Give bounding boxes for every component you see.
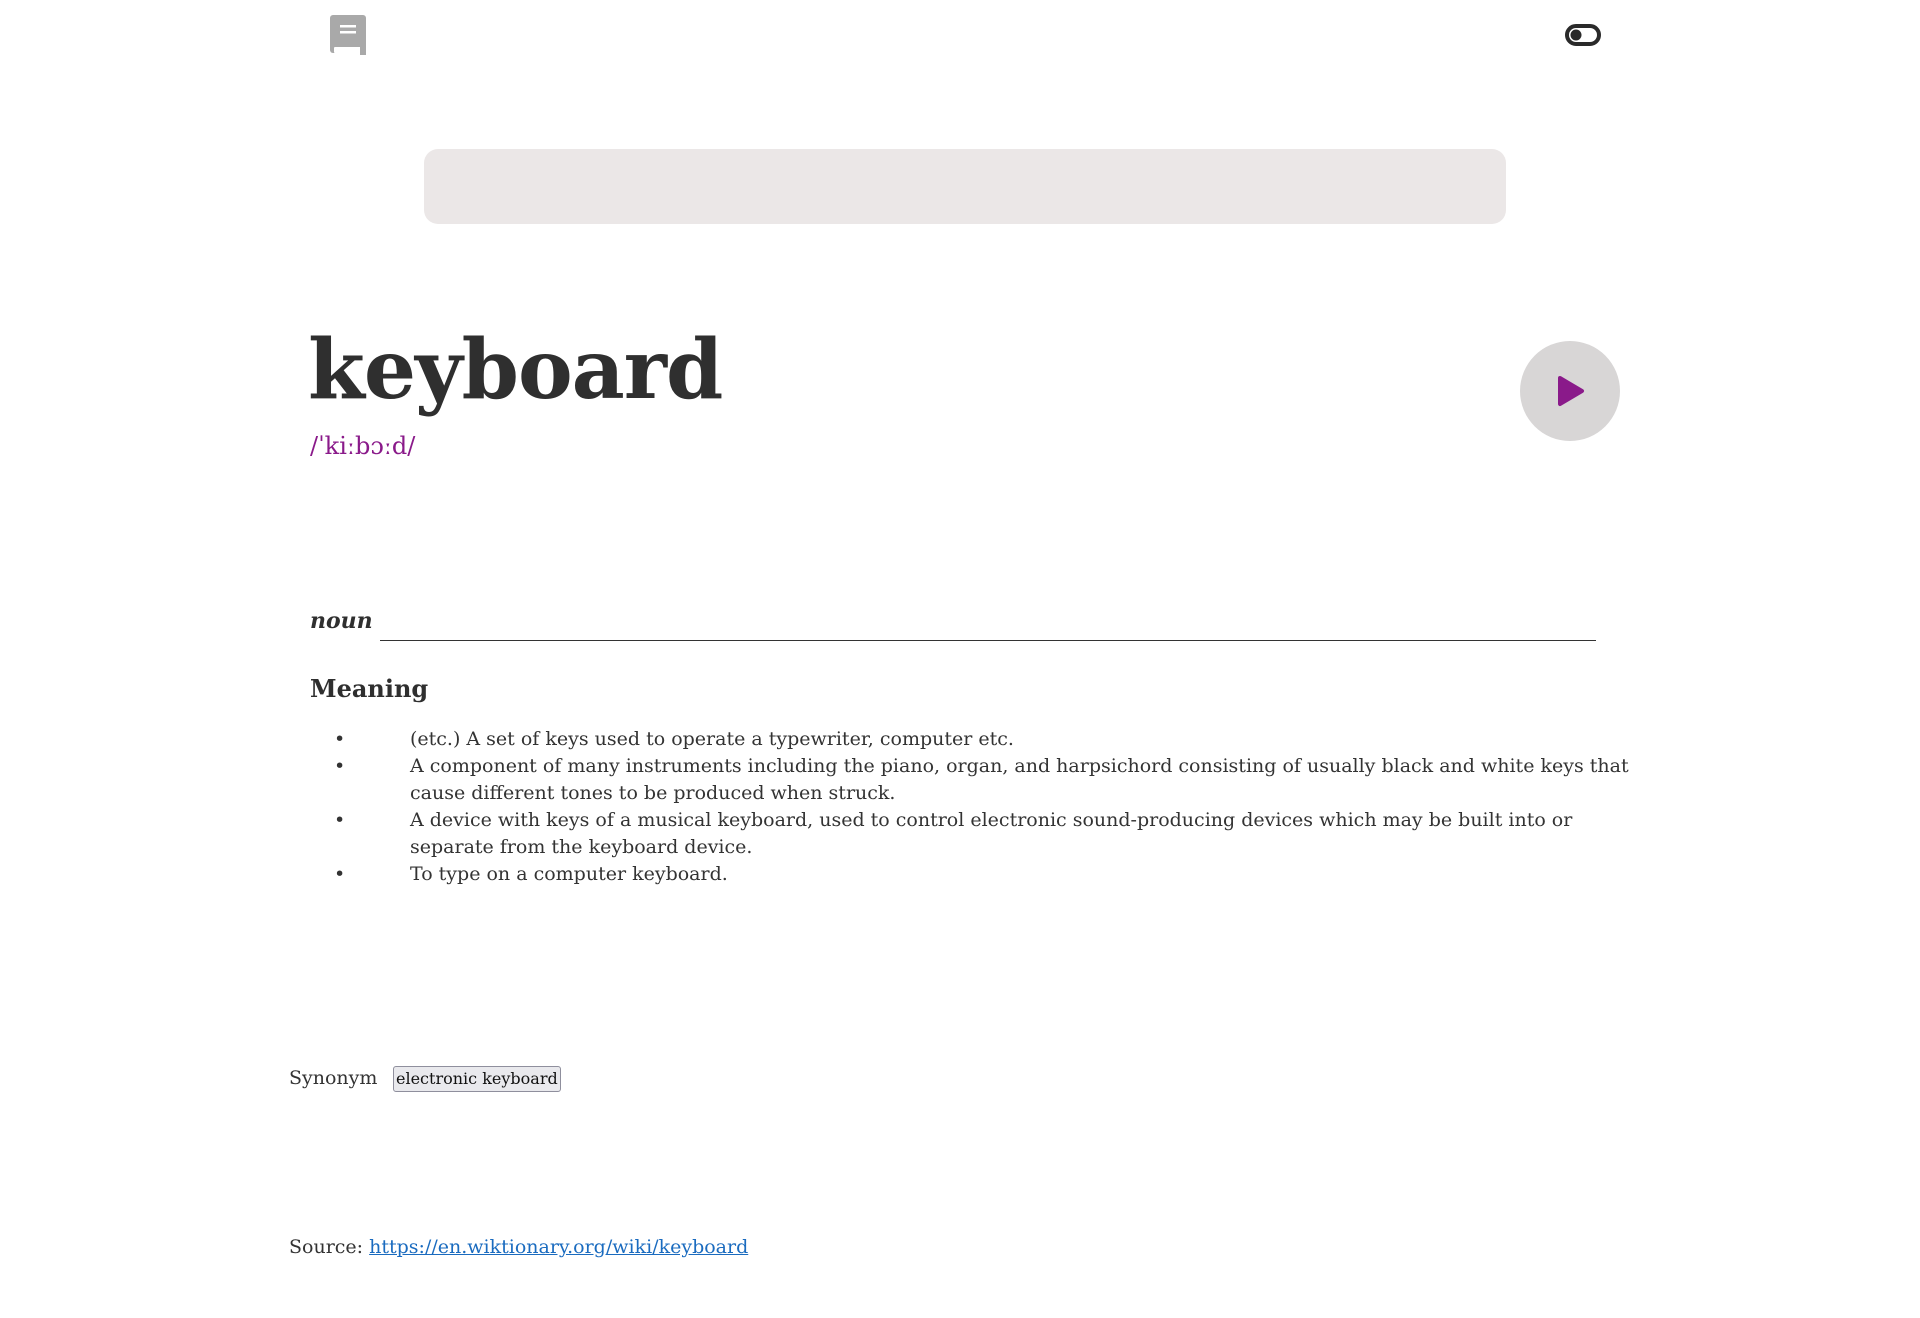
synonym-label: Synonym <box>289 1067 378 1089</box>
app-header <box>0 0 1920 70</box>
divider <box>380 640 1596 641</box>
part-of-speech: noun <box>310 608 373 634</box>
list-item: • A device with keys of a musical keyboar… <box>334 809 1573 858</box>
source-row: Source: https://en.wiktionary.org/wiki/k… <box>289 1233 748 1261</box>
list-item: • (etc.) A set of keys used to operate a … <box>334 728 1014 750</box>
source-link[interactable]: https://en.wiktionary.org/wiki/keyboard <box>369 1236 748 1258</box>
play-pronunciation-button[interactable] <box>1520 341 1620 441</box>
definition-text: A device with keys of a musical keyboard… <box>410 809 1573 858</box>
search-input[interactable] <box>424 149 1506 224</box>
definition-text: A component of many instruments includin… <box>410 755 1629 804</box>
list-item: • A component of many instruments includi… <box>334 755 1629 804</box>
definition-list: • (etc.) A set of keys used to operate a … <box>330 726 1630 888</box>
synonym-button[interactable]: electronic keyboard <box>393 1066 561 1092</box>
toggle-icon[interactable] <box>1565 23 1601 47</box>
headword: keyboard <box>308 322 723 418</box>
play-icon <box>1558 376 1584 406</box>
phonetic-transcription: /ˈkiːbɔːd/ <box>310 432 416 460</box>
source-label: Source: <box>289 1236 364 1258</box>
meaning-heading: Meaning <box>310 674 429 703</box>
definition-text: (etc.) A set of keys used to operate a t… <box>410 728 1014 750</box>
book-icon[interactable] <box>330 15 366 55</box>
definition-text: To type on a computer keyboard. <box>410 863 728 885</box>
list-item: • To type on a computer keyboard. <box>334 863 728 885</box>
